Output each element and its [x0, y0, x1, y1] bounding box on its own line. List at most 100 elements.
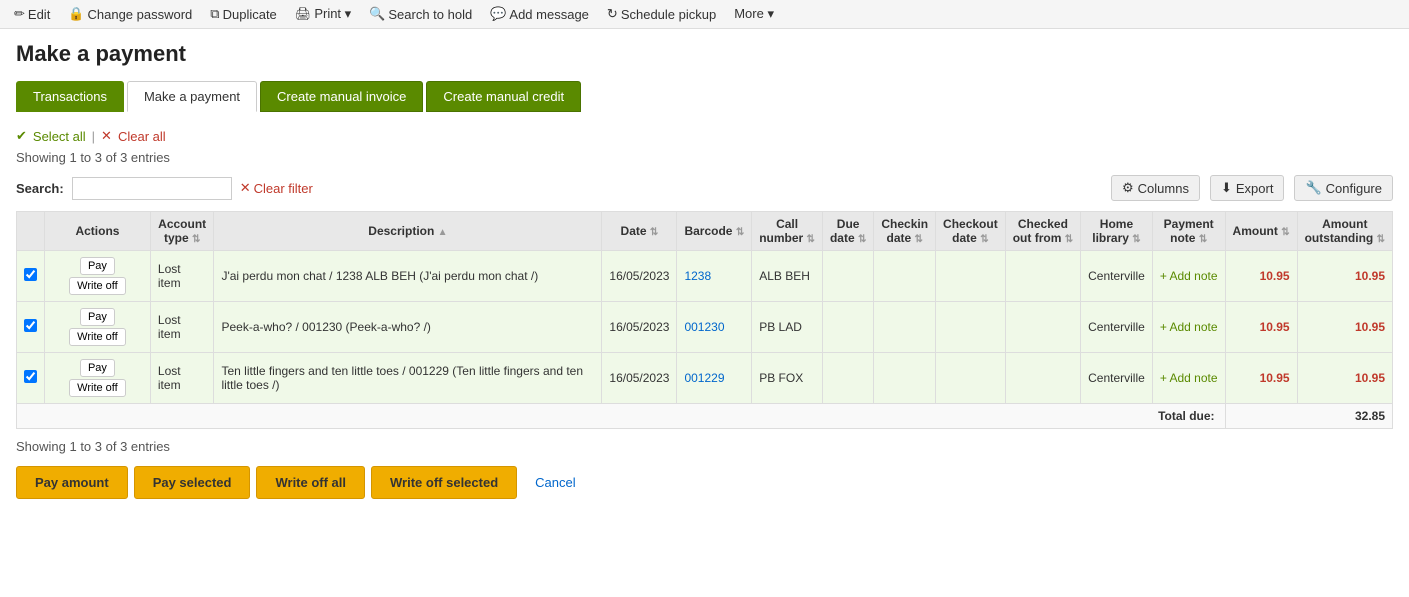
col-header-call-number: Callnumber ⇅ — [752, 212, 823, 251]
writeoff-button-0[interactable]: Write off — [69, 277, 126, 295]
search-bar: Search: ✕ Clear filter ⚙ Columns ⬇ Expor… — [16, 175, 1393, 201]
schedule-pickup-link[interactable]: ↻ Schedule pickup — [607, 6, 716, 22]
wrench-icon: 🔧 — [1305, 180, 1321, 196]
pay-button-0[interactable]: Pay — [80, 257, 115, 275]
entry-count-top: Showing 1 to 3 of 3 entries — [16, 150, 1393, 165]
row-checkbox-1[interactable] — [24, 319, 37, 332]
edit-icon: ✏ — [14, 6, 25, 22]
col-header-due-date: Duedate ⇅ — [822, 212, 873, 251]
barcode-link-1[interactable]: 001230 — [684, 320, 724, 334]
row-home-library: Centerville — [1081, 302, 1153, 353]
add-note-button-1[interactable]: + Add note — [1160, 320, 1218, 334]
pay-button-2[interactable]: Pay — [80, 359, 115, 377]
writeoff-button-1[interactable]: Write off — [69, 328, 126, 346]
row-date: 16/05/2023 — [602, 302, 677, 353]
row-description: Peek-a-who? / 001230 (Peek-a-who? /) — [214, 302, 602, 353]
clear-filter-link[interactable]: ✕ Clear filter — [240, 180, 313, 196]
col-header-checkout-date: Checkoutdate ⇅ — [936, 212, 1006, 251]
barcode-link-2[interactable]: 001229 — [684, 371, 724, 385]
row-home-library: Centerville — [1081, 353, 1153, 404]
row-checkin-date — [874, 353, 936, 404]
row-checked-out-from — [1005, 251, 1080, 302]
tab-manual-credit[interactable]: Create manual credit — [426, 81, 581, 112]
lock-icon: 🔒 — [68, 6, 84, 22]
row-account-type: Lost item — [150, 302, 214, 353]
col-header-checkin-date: Checkindate ⇅ — [874, 212, 936, 251]
tab-transactions[interactable]: Transactions — [16, 81, 124, 112]
total-due-label: Total due: — [17, 404, 1226, 429]
row-date: 16/05/2023 — [602, 251, 677, 302]
row-payment-note: + Add note — [1152, 251, 1225, 302]
checkmark-icon: ✔ — [16, 128, 27, 144]
pay-amount-button[interactable]: Pay amount — [16, 466, 128, 499]
tab-manual-invoice[interactable]: Create manual invoice — [260, 81, 423, 112]
row-checkin-date — [874, 251, 936, 302]
row-checkin-date — [874, 302, 936, 353]
writeoff-button-2[interactable]: Write off — [69, 379, 126, 397]
refresh-icon: ↻ — [607, 6, 618, 22]
gear-icon: ⚙ — [1122, 180, 1134, 196]
row-checked-out-from — [1005, 302, 1080, 353]
message-icon: 💬 — [490, 6, 506, 22]
add-note-button-2[interactable]: + Add note — [1160, 371, 1218, 385]
pay-button-1[interactable]: Pay — [80, 308, 115, 326]
search-label: Search: — [16, 181, 64, 196]
configure-button[interactable]: 🔧 Configure — [1294, 175, 1393, 201]
row-checked-out-from — [1005, 353, 1080, 404]
pay-selected-button[interactable]: Pay selected — [134, 466, 251, 499]
cancel-button[interactable]: Cancel — [523, 467, 587, 498]
tab-bar: Transactions Make a payment Create manua… — [16, 81, 1393, 112]
row-checkbox-cell — [17, 251, 45, 302]
row-description: J'ai perdu mon chat / 1238 ALB BEH (J'ai… — [214, 251, 602, 302]
add-message-link[interactable]: 💬 Add message — [490, 6, 589, 22]
table-row: Pay Write off Lost item Peek-a-who? / 00… — [17, 302, 1393, 353]
columns-button[interactable]: ⚙ Columns — [1111, 175, 1200, 201]
export-button[interactable]: ⬇ Export — [1210, 175, 1284, 201]
search-input[interactable] — [72, 177, 232, 200]
search-icon: 🔍 — [369, 6, 385, 22]
row-checkout-date — [936, 353, 1006, 404]
row-description: Ten little fingers and ten little toes /… — [214, 353, 602, 404]
bottom-buttons: Pay amount Pay selected Write off all Wr… — [16, 466, 1393, 499]
table-row: Pay Write off Lost item Ten little finge… — [17, 353, 1393, 404]
row-checkbox-cell — [17, 302, 45, 353]
col-header-barcode: Barcode ⇅ — [677, 212, 752, 251]
print-icon: 🖨 — [295, 6, 312, 22]
add-note-button-0[interactable]: + Add note — [1160, 269, 1218, 283]
write-off-all-button[interactable]: Write off all — [256, 466, 365, 499]
print-link[interactable]: 🖨 Print ▾ — [295, 6, 351, 22]
row-checkbox-0[interactable] — [24, 268, 37, 281]
barcode-link-0[interactable]: 1238 — [684, 269, 711, 283]
row-amount-outstanding: 10.95 — [1297, 302, 1392, 353]
total-due-value: 32.85 — [1225, 404, 1392, 429]
payments-table: Actions Accounttype ⇅ Description ▲ Date… — [16, 211, 1393, 429]
row-payment-note: + Add note — [1152, 353, 1225, 404]
row-amount-outstanding: 10.95 — [1297, 353, 1392, 404]
search-bar-right: ⚙ Columns ⬇ Export 🔧 Configure — [1111, 175, 1393, 201]
row-call-number: PB LAD — [752, 302, 823, 353]
search-to-hold-link[interactable]: 🔍 Search to hold — [369, 6, 472, 22]
col-header-description: Description ▲ — [214, 212, 602, 251]
row-account-type: Lost item — [150, 251, 214, 302]
duplicate-link[interactable]: ⧉ Duplicate — [210, 6, 277, 22]
col-header-home-library: Homelibrary ⇅ — [1081, 212, 1153, 251]
row-barcode: 1238 — [677, 251, 752, 302]
row-amount: 10.95 — [1225, 302, 1297, 353]
clear-all-link[interactable]: Clear all — [118, 129, 166, 144]
row-home-library: Centerville — [1081, 251, 1153, 302]
download-icon: ⬇ — [1221, 180, 1232, 196]
more-link[interactable]: More ▾ — [734, 6, 774, 22]
top-nav: ✏ Edit 🔒 Change password ⧉ Duplicate 🖨 P… — [0, 0, 1409, 29]
row-call-number: PB FOX — [752, 353, 823, 404]
col-header-payment-note: Paymentnote ⇅ — [1152, 212, 1225, 251]
row-due-date — [822, 302, 873, 353]
row-checkbox-2[interactable] — [24, 370, 37, 383]
row-checkout-date — [936, 302, 1006, 353]
tab-make-payment[interactable]: Make a payment — [127, 81, 257, 112]
col-header-amount-outstanding: Amountoutstanding ⇅ — [1297, 212, 1392, 251]
write-off-selected-button[interactable]: Write off selected — [371, 466, 517, 499]
change-password-link[interactable]: 🔒 Change password — [68, 6, 192, 22]
edit-link[interactable]: ✏ Edit — [14, 6, 50, 22]
page-title: Make a payment — [16, 41, 1393, 67]
select-all-link[interactable]: Select all — [33, 129, 86, 144]
